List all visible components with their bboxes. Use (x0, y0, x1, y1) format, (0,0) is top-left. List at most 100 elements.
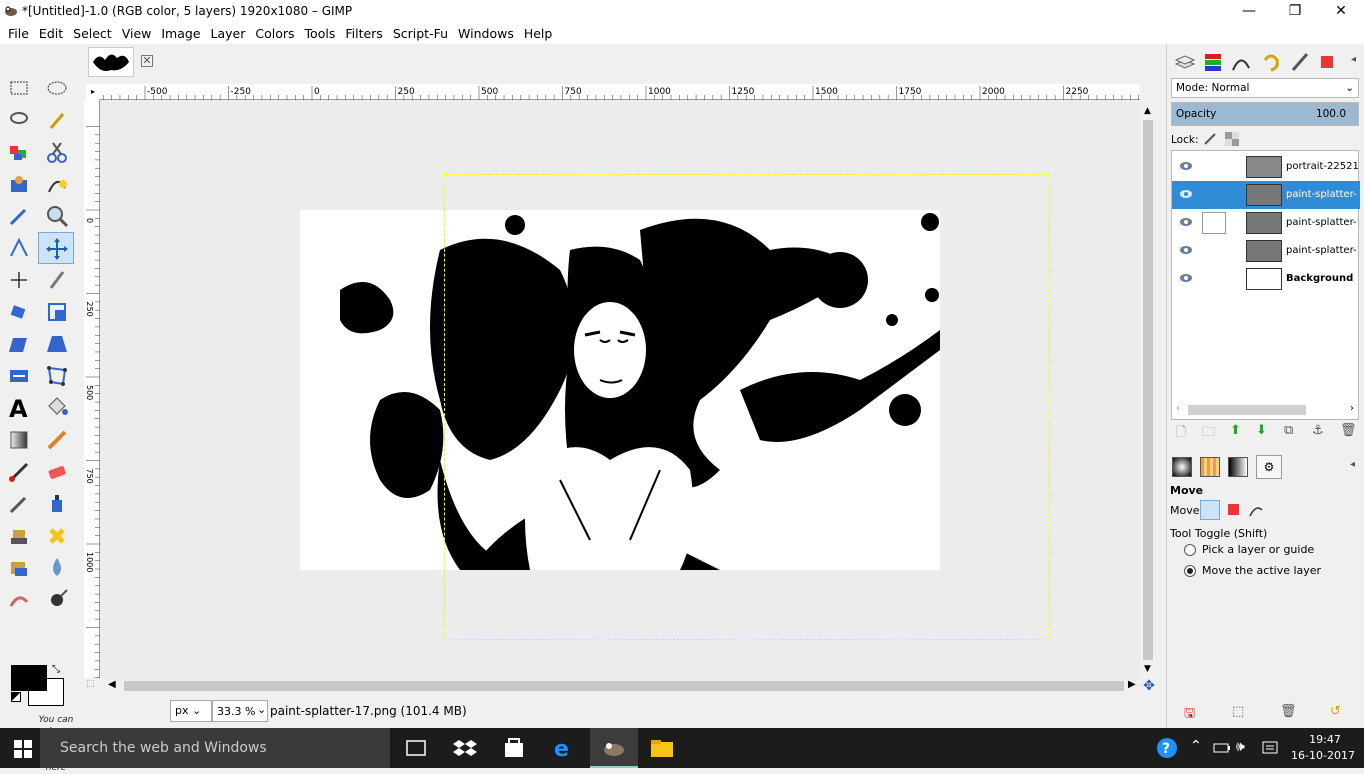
menu-tools[interactable]: Tools (301, 22, 342, 41)
layers-hscroll[interactable]: ‹ › (1172, 403, 1360, 417)
eye-icon[interactable] (1180, 217, 1192, 227)
opacity-slider[interactable]: Opacity 100.0 (1171, 102, 1359, 126)
shear-icon[interactable] (5, 330, 33, 358)
menu-select[interactable]: Select (69, 22, 118, 41)
lock-alpha-icon[interactable] (1225, 132, 1239, 146)
battery-icon[interactable] (1213, 741, 1231, 755)
delete-options-icon[interactable]: 🗑 (1280, 704, 1297, 719)
dropbox-icon[interactable] (453, 737, 477, 759)
foreground-color-swatch[interactable] (11, 665, 47, 691)
dodge-burn-icon[interactable] (43, 586, 71, 614)
move-tool-icon[interactable] (38, 232, 74, 264)
gradient-icon[interactable] (5, 426, 33, 454)
navigate-icon[interactable]: ✥ (1141, 678, 1157, 694)
smudge-icon[interactable] (5, 586, 33, 614)
text-icon[interactable]: A (5, 394, 33, 423)
color-select-icon[interactable] (5, 138, 33, 166)
bucket-fill-icon[interactable] (43, 394, 71, 422)
brush-tab-icon[interactable] (1172, 457, 1192, 477)
close-button[interactable]: ✕ (1318, 0, 1364, 22)
edge-icon[interactable]: e (553, 736, 575, 760)
layers-tab-icon[interactable] (1173, 50, 1197, 74)
ellipse-select-icon[interactable] (43, 74, 71, 102)
scale-icon[interactable] (43, 298, 71, 326)
scissors-icon[interactable] (43, 138, 71, 166)
undo-tab-icon[interactable] (1259, 50, 1283, 74)
help-icon[interactable]: ? (1156, 737, 1178, 759)
clone-icon[interactable] (5, 522, 33, 550)
clock-date[interactable]: 16-10-2017 (1290, 749, 1356, 762)
crop-icon[interactable] (43, 266, 71, 294)
reset-options-icon[interactable]: ↺ (1330, 704, 1341, 719)
airbrush-icon[interactable] (5, 490, 33, 518)
paintbrush-icon[interactable] (5, 458, 33, 486)
menu-image[interactable]: Image (157, 22, 206, 41)
layer-row-selected[interactable]: paint-splatter-17. (1172, 181, 1360, 209)
horizontal-scroll-thumb[interactable] (124, 681, 1124, 691)
flip-icon[interactable] (5, 362, 33, 390)
scroll-left-icon[interactable]: ◀ (108, 679, 116, 690)
perspective-icon[interactable] (43, 330, 71, 358)
menu-view[interactable]: View (118, 22, 158, 41)
color-tab-icon[interactable] (1315, 50, 1339, 74)
eye-icon[interactable] (1180, 245, 1192, 255)
scroll-up-icon[interactable]: ▲ (1144, 106, 1151, 116)
store-icon[interactable] (503, 737, 525, 759)
restore-options-icon[interactable]: ⬚ (1232, 704, 1244, 719)
notifications-icon[interactable] (1262, 740, 1278, 756)
lock-pixels-icon[interactable] (1203, 132, 1217, 146)
vertical-scroll-thumb[interactable] (1143, 120, 1153, 660)
horizontal-scrollbar[interactable]: ◀ ▶ (100, 678, 1140, 694)
clock-time[interactable]: 19:47 (1300, 733, 1350, 746)
menu-script-fu[interactable]: Script-Fu (389, 22, 454, 41)
new-group-icon[interactable]: 🗀 (1202, 423, 1215, 445)
option-move-active[interactable]: Move the active layer (1184, 564, 1321, 577)
layers-hscroll-thumb[interactable] (1188, 405, 1306, 415)
radio-pick[interactable] (1184, 544, 1196, 556)
new-layer-icon[interactable]: 🗋 (1176, 423, 1186, 445)
tool-options-tab-icon[interactable]: ⚙ (1256, 455, 1282, 479)
close-tab-icon[interactable]: ✕ (141, 55, 153, 67)
image-tab-thumbnail[interactable] (88, 47, 134, 77)
lasso-icon[interactable] (5, 106, 33, 134)
scroll-down-icon[interactable]: ▼ (1144, 664, 1151, 674)
menu-colors[interactable]: Colors (251, 22, 300, 41)
move-layer-icon[interactable] (1200, 500, 1220, 520)
rotate-icon[interactable] (5, 298, 33, 326)
rect-select-icon[interactable] (5, 74, 33, 102)
pencil-icon[interactable] (43, 426, 71, 454)
duplicate-layer-icon[interactable]: ⧉ (1284, 423, 1293, 438)
menu-layer[interactable]: Layer (207, 22, 252, 41)
channels-tab-icon[interactable] (1201, 50, 1225, 74)
swap-colors-icon[interactable]: ⤡ (52, 664, 64, 676)
radio-move[interactable] (1184, 565, 1196, 577)
scroll-right-icon[interactable]: › (1350, 403, 1354, 414)
delete-layer-icon[interactable]: 🗑 (1340, 423, 1357, 438)
unit-select[interactable]: px ⌄ (170, 700, 212, 722)
eye-icon[interactable] (1180, 161, 1192, 171)
foreground-select-icon[interactable] (5, 170, 33, 198)
eye-icon[interactable] (1180, 189, 1192, 199)
ink-icon[interactable] (43, 490, 71, 518)
cage-icon[interactable] (43, 362, 71, 390)
restore-button[interactable]: ❐ (1272, 0, 1318, 22)
vertical-scrollbar[interactable]: ▲ ▼ (1140, 100, 1156, 678)
zoom-to-fit-icon[interactable]: ⬚ (86, 679, 100, 693)
scroll-left-icon[interactable]: ‹ (1176, 403, 1180, 414)
layer-row[interactable]: paint-splatter-16. (1172, 209, 1360, 237)
zoom-input[interactable]: 33.3 % ⌄ (212, 700, 268, 722)
minimize-button[interactable]: — (1226, 0, 1272, 22)
menu-filters[interactable]: Filters (341, 22, 388, 41)
color-picker-icon[interactable] (5, 202, 33, 230)
menu-windows[interactable]: Windows (454, 22, 520, 41)
heal-icon[interactable] (43, 522, 71, 550)
zoom-icon[interactable] (43, 202, 71, 230)
fuzzy-select-icon[interactable] (43, 106, 71, 134)
lower-layer-icon[interactable]: ⬇ (1256, 423, 1267, 438)
pattern-tab-icon[interactable] (1200, 457, 1220, 477)
tray-chevron-icon[interactable]: ⌃ (1190, 738, 1202, 754)
perspective-clone-icon[interactable] (5, 554, 33, 582)
quick-mask-corner[interactable]: ▸ (86, 84, 100, 100)
menu-help[interactable]: Help (520, 22, 559, 41)
windows-start-icon[interactable] (14, 740, 32, 758)
